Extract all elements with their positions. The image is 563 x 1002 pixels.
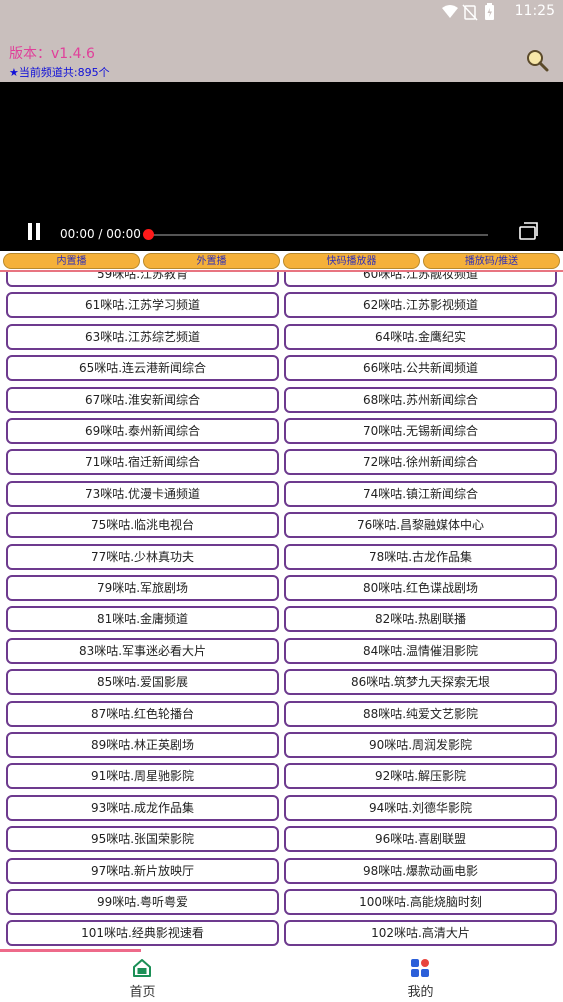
channel-button[interactable]: 77咪咕.少林真功夫 <box>6 544 279 570</box>
channel-button[interactable]: 63咪咕.江苏综艺频道 <box>6 324 279 350</box>
channel-button[interactable]: 90咪咕.周润发影院 <box>284 732 557 758</box>
channel-button[interactable]: 99咪咕.粤听粤爱 <box>6 889 279 915</box>
seek-thumb[interactable] <box>143 229 154 240</box>
channel-button[interactable]: 85咪咕.爱国影展 <box>6 669 279 695</box>
channel-button[interactable]: 75咪咕.临洮电视台 <box>6 512 279 538</box>
channel-button[interactable]: 98咪咕.爆款动画电影 <box>284 858 557 884</box>
channel-button[interactable]: 70咪咕.无锡新闻综合 <box>284 418 557 444</box>
tab-external-player[interactable]: 外置播 <box>143 253 280 269</box>
channel-button[interactable]: 74咪咕.镇江新闻综合 <box>284 481 557 507</box>
nav-mine-label: 我的 <box>407 985 434 1000</box>
status-icons <box>442 3 494 21</box>
channel-button[interactable]: 73咪咕.优漫卡通频道 <box>6 481 279 507</box>
channel-button[interactable]: 96咪咕.喜剧联盟 <box>284 826 557 852</box>
tab-internal-player[interactable]: 内置播 <box>3 253 140 269</box>
status-bar: 11:25 <box>0 0 563 24</box>
wifi-icon <box>442 5 458 18</box>
channel-button[interactable]: 86咪咕.筑梦九天探索无垠 <box>284 669 557 695</box>
channel-button[interactable]: 102咪咕.高清大片 <box>284 920 557 946</box>
channel-button[interactable]: 82咪咕.热剧联播 <box>284 606 557 632</box>
playback-time: 00:00 / 00:00 <box>60 227 141 241</box>
channel-button[interactable]: 68咪咕.苏州新闻综合 <box>284 387 557 413</box>
channel-button[interactable]: 89咪咕.林正英剧场 <box>6 732 279 758</box>
channel-button[interactable]: 97咪咕.新片放映厅 <box>6 858 279 884</box>
channel-list[interactable]: 59咪咕.江苏教育 60咪咕.江苏靓妆频道 61咪咕.江苏学习频道 62咪咕.江苏影视… <box>0 272 563 948</box>
channel-button[interactable]: 71咪咕.宿迁新闻综合 <box>6 449 279 475</box>
nav-home-label: 首页 <box>129 985 156 1000</box>
channel-button[interactable]: 64咪咕.金鹰纪实 <box>284 324 557 350</box>
channel-button[interactable]: 94咪咕.刘德华影院 <box>284 795 557 821</box>
nav-mine[interactable]: 我的 <box>280 952 561 1002</box>
channel-button[interactable]: 60咪咕.江苏靓妆频道 <box>284 272 557 287</box>
channel-button[interactable]: 61咪咕.江苏学习频道 <box>6 292 279 318</box>
home-icon <box>133 959 151 977</box>
tab-fast-player[interactable]: 快码播放器 <box>283 253 420 269</box>
channel-button[interactable]: 66咪咕.公共新闻频道 <box>284 355 557 381</box>
tab-play-code-push[interactable]: 播放码/推送 <box>423 253 560 269</box>
player-tabs: 内置播 外置播 快码播放器 播放码/推送 <box>0 251 563 272</box>
channel-button[interactable]: 78咪咕.古龙作品集 <box>284 544 557 570</box>
channel-button[interactable]: 65咪咕.连云港新闻综合 <box>6 355 279 381</box>
seek-track[interactable] <box>150 234 488 236</box>
channel-button[interactable]: 72咪咕.徐州新闻综合 <box>284 449 557 475</box>
channel-button[interactable]: 87咪咕.红色轮播台 <box>6 701 279 727</box>
channel-button[interactable]: 81咪咕.金庸频道 <box>6 606 279 632</box>
channel-button[interactable]: 88咪咕.纯爱文艺影院 <box>284 701 557 727</box>
channel-button[interactable]: 91咪咕.周星驰影院 <box>6 763 279 789</box>
pause-icon[interactable] <box>26 223 42 241</box>
channel-button[interactable]: 100咪咕.高能烧脑时刻 <box>284 889 557 915</box>
battery-icon <box>485 3 494 20</box>
bottom-nav: 首页 我的 <box>0 952 563 1002</box>
channel-button[interactable]: 92咪咕.解压影院 <box>284 763 557 789</box>
search-icon[interactable] <box>525 48 549 72</box>
app-header: 版本：v1.4.6 ★当前频道共:895个 <box>0 24 563 82</box>
status-time: 11:25 <box>514 3 555 19</box>
no-sim-icon <box>462 4 478 21</box>
channel-button[interactable]: 83咪咕.军事迷必看大片 <box>6 638 279 664</box>
nav-home[interactable]: 首页 <box>2 952 283 1002</box>
video-player[interactable]: 00:00 / 00:00 <box>0 82 563 251</box>
channel-button[interactable]: 93咪咕.成龙作品集 <box>6 795 279 821</box>
channel-button[interactable]: 79咪咕.军旅剧场 <box>6 575 279 601</box>
channel-button[interactable]: 101咪咕.经典影视速看 <box>6 920 279 946</box>
channel-button[interactable]: 84咪咕.温情催泪影院 <box>284 638 557 664</box>
channel-button[interactable]: 59咪咕.江苏教育 <box>6 272 279 287</box>
channel-button[interactable]: 76咪咕.昌黎融媒体中心 <box>284 512 557 538</box>
fullscreen-icon[interactable] <box>518 220 540 242</box>
channel-button[interactable]: 80咪咕.红色谍战剧场 <box>284 575 557 601</box>
channel-button[interactable]: 95咪咕.张国荣影院 <box>6 826 279 852</box>
app-version: 版本：v1.4.6 <box>9 46 95 62</box>
grid-icon <box>411 959 429 977</box>
channel-button[interactable]: 62咪咕.江苏影视频道 <box>284 292 557 318</box>
channel-button[interactable]: 69咪咕.泰州新闻综合 <box>6 418 279 444</box>
channel-button[interactable]: 67咪咕.淮安新闻综合 <box>6 387 279 413</box>
channel-count: ★当前频道共:895个 <box>9 66 110 79</box>
